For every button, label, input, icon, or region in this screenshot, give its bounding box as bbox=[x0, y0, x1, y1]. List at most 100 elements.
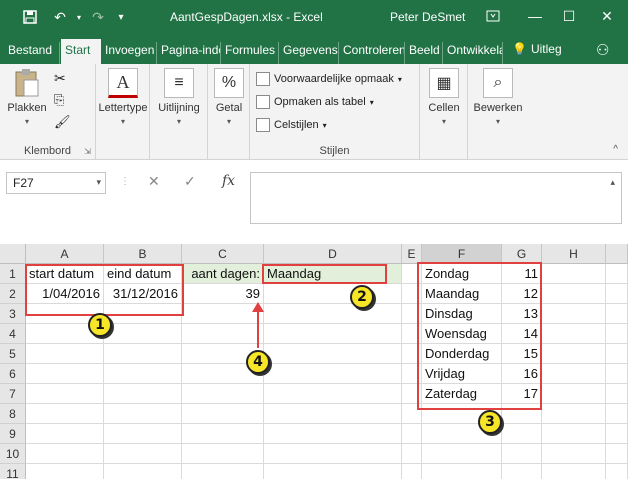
cell-e5[interactable] bbox=[402, 344, 422, 364]
cell-f3[interactable]: Dinsdag bbox=[422, 304, 502, 324]
cell-c8[interactable] bbox=[182, 404, 264, 424]
share-icon[interactable]: ⚇ bbox=[596, 41, 609, 59]
cell-a8[interactable] bbox=[26, 404, 104, 424]
cell-h6[interactable] bbox=[542, 364, 606, 384]
cell-d1[interactable]: Maandag bbox=[264, 264, 402, 284]
cell-b10[interactable] bbox=[104, 444, 182, 464]
cancel-icon[interactable]: ✕ bbox=[148, 173, 160, 190]
row-header-9[interactable]: 9 bbox=[0, 424, 26, 444]
cell-f1[interactable]: Zondag bbox=[422, 264, 502, 284]
conditional-formatting-button[interactable]: Voorwaardelijke opmaak ▾ bbox=[256, 72, 402, 86]
expand-formula-bar-icon[interactable]: ▴ bbox=[610, 177, 615, 188]
cell-g8[interactable] bbox=[502, 404, 542, 424]
tab-gegevens[interactable]: Gegevens bbox=[279, 42, 339, 64]
tab-bestand[interactable]: Bestand bbox=[4, 42, 60, 64]
help-button[interactable]: 💡 Uitleg bbox=[512, 42, 562, 56]
cell-e3[interactable] bbox=[402, 304, 422, 324]
cell-d4[interactable] bbox=[264, 324, 402, 344]
cell-a6[interactable] bbox=[26, 364, 104, 384]
column-header-b[interactable]: B bbox=[104, 244, 182, 264]
cell-b8[interactable] bbox=[104, 404, 182, 424]
cell-g9[interactable] bbox=[502, 424, 542, 444]
cell-f5[interactable]: Donderdag bbox=[422, 344, 502, 364]
cell-f11[interactable] bbox=[422, 464, 502, 479]
row-header-1[interactable]: 1 bbox=[0, 264, 26, 284]
font-button[interactable]: A Lettertype ▾ bbox=[96, 68, 150, 126]
cell-e11[interactable] bbox=[402, 464, 422, 479]
cell-f6[interactable]: Vrijdag bbox=[422, 364, 502, 384]
cell-c11[interactable] bbox=[182, 464, 264, 479]
enter-icon[interactable]: ✓ bbox=[184, 173, 196, 190]
row-header-6[interactable]: 6 bbox=[0, 364, 26, 384]
formula-input[interactable]: ▴ bbox=[250, 172, 622, 224]
cell-d3[interactable] bbox=[264, 304, 402, 324]
user-name[interactable]: Peter DeSmet bbox=[390, 10, 465, 24]
row-header-11[interactable]: 11 bbox=[0, 464, 26, 479]
row-header-8[interactable]: 8 bbox=[0, 404, 26, 424]
ribbon-display-icon[interactable] bbox=[480, 4, 506, 28]
cell-b2[interactable]: 31/12/2016 bbox=[104, 284, 182, 304]
cell-g10[interactable] bbox=[502, 444, 542, 464]
cell-g2[interactable]: 12 bbox=[502, 284, 542, 304]
cell-d2[interactable] bbox=[264, 284, 402, 304]
name-box-dropdown-icon[interactable]: ▾ bbox=[96, 177, 101, 188]
cell-a2[interactable]: 1/04/2016 bbox=[26, 284, 104, 304]
cell-c10[interactable] bbox=[182, 444, 264, 464]
undo-icon[interactable]: ↶ bbox=[48, 6, 72, 28]
cell-b11[interactable] bbox=[104, 464, 182, 479]
cell-h5[interactable] bbox=[542, 344, 606, 364]
row-header-10[interactable]: 10 bbox=[0, 444, 26, 464]
cell-b1[interactable]: eind datum bbox=[104, 264, 182, 284]
cell-d7[interactable] bbox=[264, 384, 402, 404]
cell-b3[interactable] bbox=[104, 304, 182, 324]
cell-e1[interactable] bbox=[402, 264, 422, 284]
cell-g7[interactable]: 17 bbox=[502, 384, 542, 404]
cell-c1[interactable]: aant dagen: bbox=[182, 264, 264, 284]
cell-g5[interactable]: 15 bbox=[502, 344, 542, 364]
tab-ontwikkelaars[interactable]: Ontwikkelaars bbox=[443, 42, 503, 64]
tab-beeld[interactable]: Beeld bbox=[405, 42, 443, 64]
cell-b6[interactable] bbox=[104, 364, 182, 384]
cell-e4[interactable] bbox=[402, 324, 422, 344]
cell-h7[interactable] bbox=[542, 384, 606, 404]
cell-b9[interactable] bbox=[104, 424, 182, 444]
cell-g6[interactable]: 16 bbox=[502, 364, 542, 384]
cell-a9[interactable] bbox=[26, 424, 104, 444]
cell-c7[interactable] bbox=[182, 384, 264, 404]
cell-d11[interactable] bbox=[264, 464, 402, 479]
tab-invoegen[interactable]: Invoegen bbox=[101, 42, 157, 64]
cell-h3[interactable] bbox=[542, 304, 606, 324]
cell-e2[interactable] bbox=[402, 284, 422, 304]
editing-button[interactable]: ⌕ Bewerken ▾ bbox=[468, 68, 528, 126]
cell-d8[interactable] bbox=[264, 404, 402, 424]
cell-b7[interactable] bbox=[104, 384, 182, 404]
redo-icon[interactable]: ↷ bbox=[86, 6, 110, 28]
cell-g4[interactable]: 14 bbox=[502, 324, 542, 344]
name-box[interactable]: F27 ▾ bbox=[6, 172, 106, 194]
column-header-a[interactable]: A bbox=[26, 244, 104, 264]
tab-controleren[interactable]: Controleren bbox=[339, 42, 405, 64]
cell-d9[interactable] bbox=[264, 424, 402, 444]
cell-f7[interactable]: Zaterdag bbox=[422, 384, 502, 404]
row-header-2[interactable]: 2 bbox=[0, 284, 26, 304]
cell-h8[interactable] bbox=[542, 404, 606, 424]
cell-f10[interactable] bbox=[422, 444, 502, 464]
column-header-c[interactable]: C bbox=[182, 244, 264, 264]
row-header-5[interactable]: 5 bbox=[0, 344, 26, 364]
column-header-d[interactable]: D bbox=[264, 244, 402, 264]
alignment-button[interactable]: ≡ Uitlijning ▾ bbox=[150, 68, 208, 126]
cell-f2[interactable]: Maandag bbox=[422, 284, 502, 304]
select-all-corner[interactable] bbox=[0, 244, 26, 264]
cell-a11[interactable] bbox=[26, 464, 104, 479]
maximize-icon[interactable]: ☐ bbox=[556, 4, 582, 28]
cell-f4[interactable]: Woensdag bbox=[422, 324, 502, 344]
cell-h9[interactable] bbox=[542, 424, 606, 444]
formula-bar-handle-icon[interactable]: ⋮ bbox=[120, 176, 130, 187]
cell-h1[interactable] bbox=[542, 264, 606, 284]
column-header-g[interactable]: G bbox=[502, 244, 542, 264]
tab-formules[interactable]: Formules bbox=[221, 42, 279, 64]
cell-h4[interactable] bbox=[542, 324, 606, 344]
cell-e9[interactable] bbox=[402, 424, 422, 444]
format-painter-icon[interactable]: 🖌 bbox=[54, 114, 71, 130]
column-header-f[interactable]: F bbox=[422, 244, 502, 264]
